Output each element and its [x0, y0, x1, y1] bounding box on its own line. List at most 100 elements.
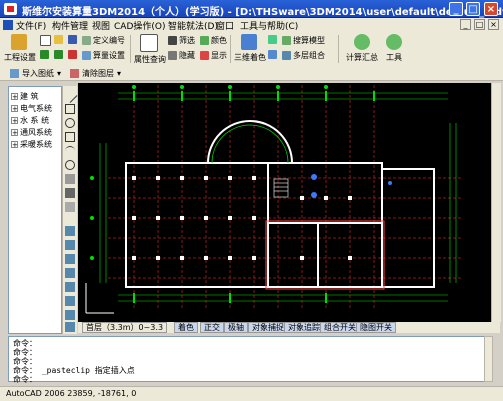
tools-button[interactable]: 工具 — [382, 34, 406, 63]
scale-tool-icon[interactable] — [65, 310, 75, 320]
menu-smart[interactable]: 智能就法(D) — [168, 19, 218, 32]
menu-view[interactable]: 视图 — [92, 19, 110, 32]
close-button[interactable]: × — [484, 2, 498, 16]
selected-room-outline — [265, 220, 385, 290]
copy-tool-icon[interactable] — [65, 226, 75, 236]
redo-button[interactable] — [54, 50, 65, 59]
fixtures — [311, 174, 392, 198]
view-button[interactable] — [268, 35, 279, 44]
mirror-tool-icon[interactable] — [65, 240, 75, 250]
refresh-button[interactable] — [68, 50, 79, 59]
erase-tool-icon[interactable] — [65, 322, 75, 332]
show-button[interactable]: 显示 — [200, 50, 227, 61]
mdi-restore-button[interactable]: □ — [474, 19, 485, 30]
ellipse-tool-icon[interactable] — [65, 160, 75, 170]
project-settings-button[interactable]: 工程设置 — [4, 34, 36, 63]
multilayer-combine-button[interactable]: 多层组合 — [282, 50, 325, 61]
toggle-shading[interactable]: 着色 — [174, 322, 198, 333]
new-file-icon — [40, 35, 51, 46]
floor-selector[interactable]: 首层（3.3m）0~3.3 — [82, 322, 168, 333]
drawing-toolbar — [62, 86, 78, 334]
canvas-vertical-scrollbar[interactable] — [491, 83, 501, 322]
tree-item-electrical[interactable]: + 电气系统 — [11, 103, 52, 114]
attribute-query-icon — [140, 34, 158, 52]
orbit-button[interactable] — [268, 50, 279, 59]
refresh-icon — [68, 50, 77, 59]
toggle-ortho[interactable]: 正交 — [200, 322, 224, 333]
import-drawing-icon — [10, 69, 19, 78]
expand-icon[interactable]: + — [11, 141, 18, 149]
folder-icon — [54, 35, 63, 44]
menu-window[interactable]: 窗口 — [216, 19, 234, 32]
calc-summary-icon — [354, 34, 370, 50]
expand-icon[interactable]: + — [11, 117, 18, 125]
menu-file[interactable]: 文件(F) — [16, 19, 46, 32]
save-file-button[interactable] — [68, 35, 79, 44]
toolbar-separator — [130, 35, 131, 63]
calc-summary-label: 计算汇总 — [346, 53, 378, 62]
tree-item-water[interactable]: + 水 系 统 — [11, 115, 49, 126]
array-tool-icon[interactable] — [65, 268, 75, 278]
hatch-tool-icon[interactable] — [65, 174, 75, 184]
tree-item-ventilation[interactable]: + 通风系统 — [11, 127, 52, 138]
mdi-close-button[interactable]: × — [488, 19, 499, 30]
chevron-down-icon: ▾ — [117, 69, 122, 78]
point-tool-icon[interactable] — [65, 202, 75, 212]
tree-item-building[interactable]: + 建 筑 — [11, 91, 39, 102]
expand-icon[interactable]: + — [11, 105, 18, 113]
command-scrollbar[interactable] — [484, 336, 493, 382]
block-tool-icon[interactable] — [65, 188, 75, 198]
circle-tool-icon[interactable] — [65, 118, 75, 128]
line-tool-icon[interactable] — [62, 88, 78, 103]
system-tree-panel: + 建 筑 + 电气系统 + 水 系 统 + 通风系统 + 采暖系统 — [8, 86, 62, 334]
rotate-tool-icon[interactable] — [65, 296, 75, 306]
tree-item-label: 建 筑 — [20, 92, 39, 101]
polyline-tool-icon[interactable] — [65, 104, 75, 114]
toggle-osnap[interactable]: 对象捕捉 — [248, 322, 288, 333]
maximize-button[interactable]: □ — [466, 2, 480, 16]
filter-button[interactable]: 筛选 — [168, 35, 195, 46]
menu-tools[interactable]: 工具与帮助(C) — [240, 19, 298, 32]
offset-tool-icon[interactable] — [65, 254, 75, 264]
minimize-button[interactable]: _ — [449, 2, 463, 16]
query-model-button[interactable]: 搜算模型 — [282, 35, 325, 46]
toggle-combine[interactable]: 组合开关 — [320, 322, 360, 333]
open-file-button[interactable] — [54, 35, 65, 44]
attribute-query-button[interactable]: 属性查询 — [134, 34, 166, 65]
toggle-otrack[interactable]: 对象追踪 — [284, 322, 324, 333]
new-file-button[interactable] — [40, 35, 53, 46]
calc-settings-button[interactable]: 算量设置 — [82, 50, 125, 61]
calc-summary-button[interactable]: 计算汇总 — [346, 34, 378, 63]
clear-drawing-button[interactable]: 清除图层 ▾ — [70, 68, 121, 79]
command-window[interactable]: 命令： 命令： 命令： 命令： _pasteclip 指定插入点 命令： — [8, 336, 493, 385]
mdi-minimize-button[interactable]: _ — [460, 19, 471, 30]
move-tool-icon[interactable] — [65, 282, 75, 292]
drawing-canvas[interactable] — [78, 83, 493, 322]
rectangle-tool-icon[interactable] — [65, 132, 75, 142]
define-number-button[interactable]: 定义编号 — [82, 35, 125, 46]
toolbar-separator — [338, 35, 339, 63]
tree-item-heating[interactable]: + 采暖系统 — [11, 139, 52, 150]
3d-color-label: 三维着色 — [234, 53, 266, 62]
toggle-hide-image[interactable]: 隐图开关 — [356, 322, 396, 333]
query-model-label: 搜算模型 — [293, 36, 325, 45]
color-button[interactable]: 颜色 — [200, 35, 227, 46]
undo-button[interactable] — [40, 50, 51, 59]
show-icon — [200, 51, 209, 60]
chevron-down-icon: ▾ — [57, 69, 62, 78]
menu-cad[interactable]: CAD操作(O) — [114, 19, 165, 32]
expand-icon[interactable]: + — [11, 129, 18, 137]
3d-color-button[interactable]: 三维着色 — [234, 34, 266, 63]
expand-icon[interactable]: + — [11, 93, 18, 101]
hide-button[interactable]: 隐藏 — [168, 50, 195, 61]
import-drawing-button[interactable]: 导入图纸 ▾ — [10, 68, 61, 79]
arc-tool-icon[interactable] — [65, 146, 75, 156]
hide-label: 隐藏 — [179, 51, 195, 60]
orbit-icon — [268, 50, 277, 59]
menu-component[interactable]: 构件管理 — [52, 19, 88, 32]
command-prompt[interactable]: 命令： — [13, 374, 37, 385]
tree-item-label: 采暖系统 — [20, 140, 52, 149]
calc-settings-icon — [82, 51, 91, 60]
cube-icon — [268, 35, 277, 44]
toggle-polar[interactable]: 极轴 — [224, 322, 248, 333]
